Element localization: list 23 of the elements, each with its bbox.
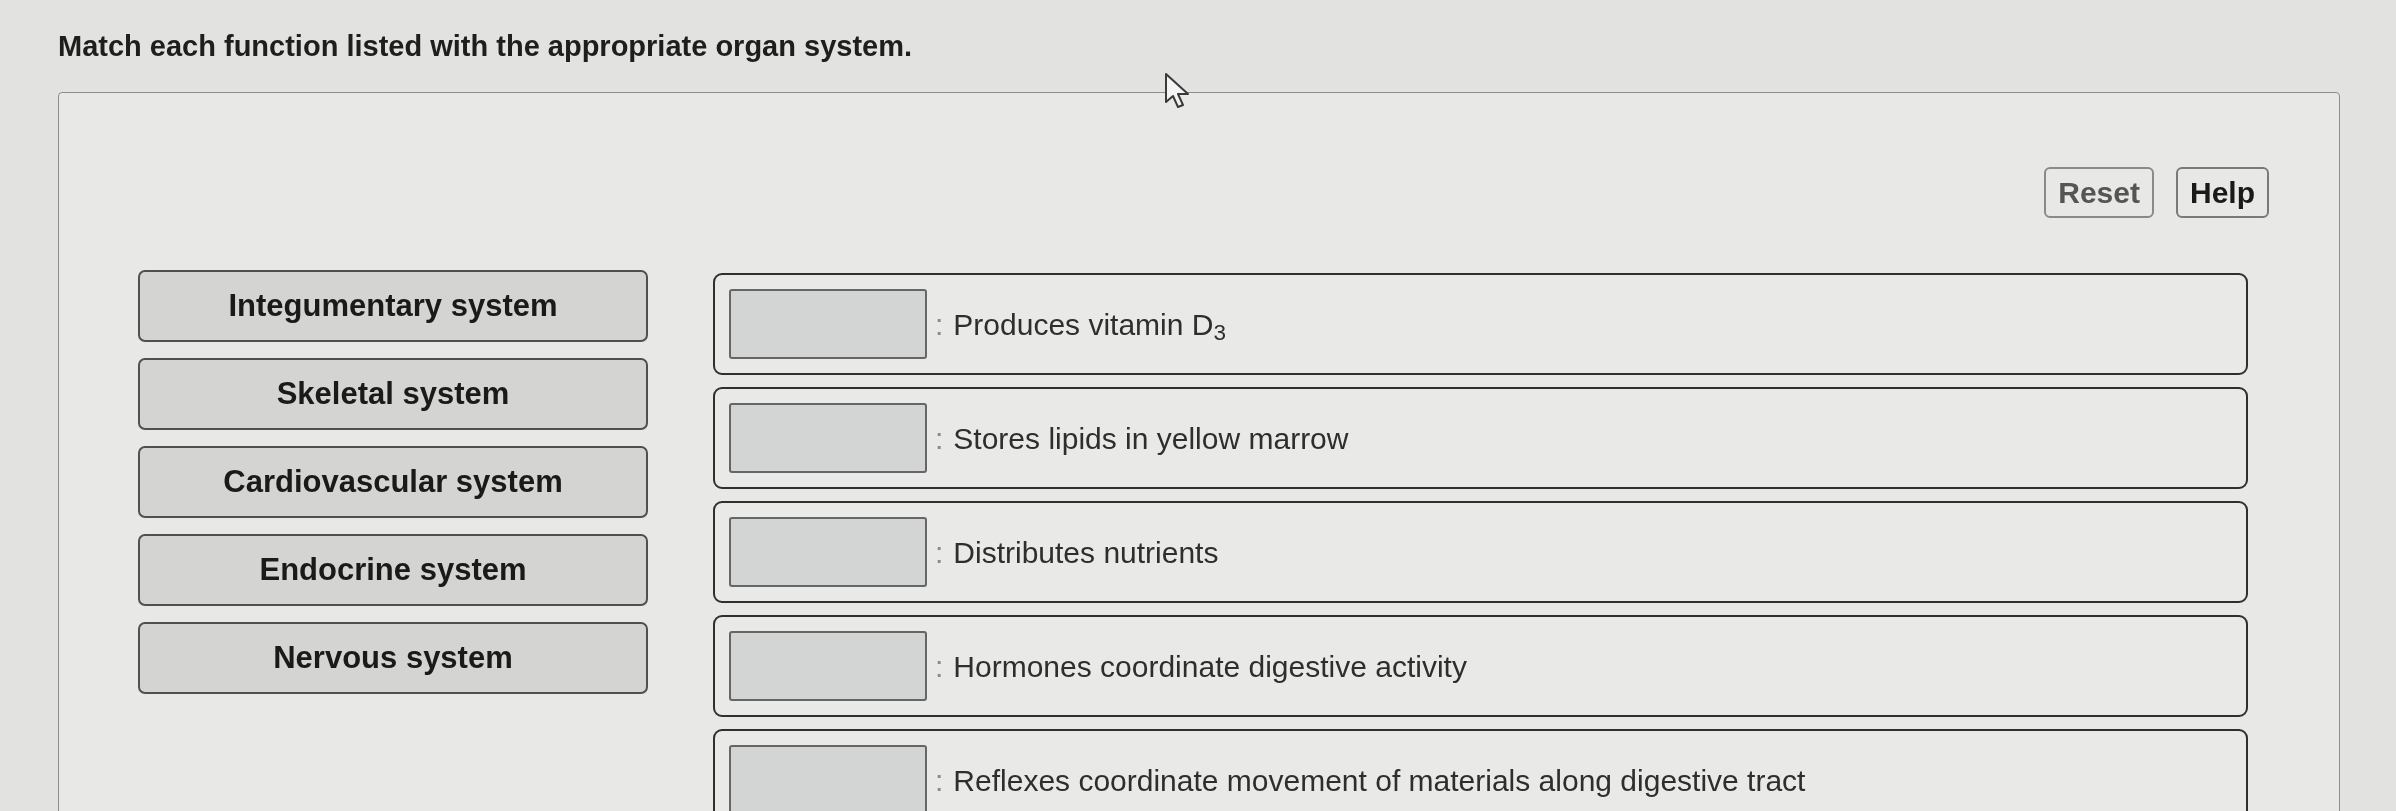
system-tile[interactable]: Endocrine system [138,534,648,606]
system-tile[interactable]: Skeletal system [138,358,648,430]
answer-box[interactable] [729,289,927,359]
toolbar-button[interactable]: Help [2176,167,2269,218]
answer-box[interactable] [729,745,927,811]
colon-text: : [935,420,944,457]
function-text: Reflexes coordinate movement of materials along digestive tract [953,762,1806,799]
system-tile[interactable]: Cardiovascular system [138,446,648,518]
colon-text: : [935,534,944,571]
system-tile[interactable]: Integumentary system [138,270,648,342]
answer-box[interactable] [729,403,927,473]
function-text: Distributes nutrients [953,534,1219,571]
colon-text: : [935,648,944,685]
colon-text: : [935,762,944,799]
function-text: Produces vitamin D$_{3}$ [953,306,1226,347]
function-text: Hormones coordinate digestive activity [953,648,1467,685]
answer-box[interactable] [729,631,927,701]
cursor-icon [1164,72,1192,110]
colon-text: : [935,306,944,343]
answer-box[interactable] [729,517,927,587]
function-text: Stores lipids in yellow marrow [953,420,1349,457]
instruction-text: Match each function listed with the appropriate organ system. [58,30,913,62]
system-tile[interactable]: Nervous system [138,622,648,694]
